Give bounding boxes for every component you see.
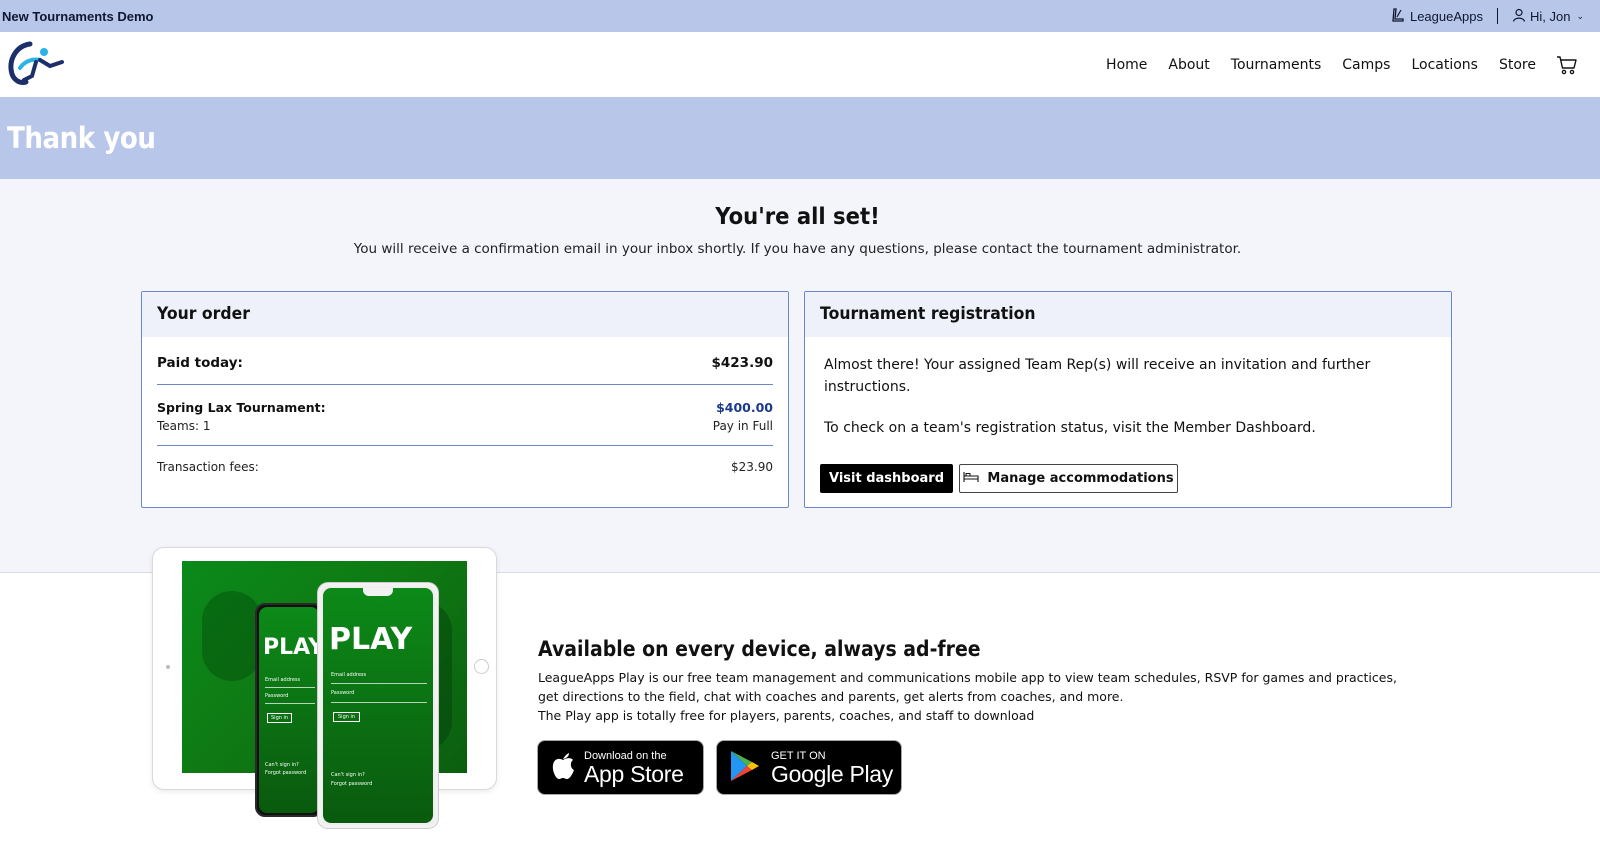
item-teams: Teams: 1 <box>157 419 211 433</box>
app-promo-description-1: LeagueApps Play is our free team managem… <box>538 670 1397 704</box>
confirmation-heading: You're all set! <box>715 204 880 230</box>
phone-password-label: Password <box>331 690 355 696</box>
order-card-header: Your order <box>142 292 788 337</box>
phone-mockup-back: PLAY Email address Password Sign in Can'… <box>255 603 323 817</box>
item-payment-type: Pay in Full <box>712 419 773 433</box>
leagueapps-link[interactable]: LeagueApps <box>1391 7 1483 25</box>
top-bar-right: LeagueApps Hi, Jon ⌄ <box>1391 7 1598 25</box>
phone-email-label: Email address <box>331 672 367 678</box>
nav-menu: Home About Tournaments Camps Locations S… <box>1085 55 1594 75</box>
manage-accommodations-button[interactable]: Manage accommodations <box>959 464 1178 493</box>
app-store-big-label: App Store <box>584 760 684 787</box>
phone-cant-sign-in: Can't sign in? <box>265 762 299 768</box>
nav-home[interactable]: Home <box>1106 57 1147 73</box>
leagueapps-icon <box>1391 7 1405 25</box>
main-nav: Home About Tournaments Camps Locations S… <box>0 32 1600 97</box>
user-icon <box>1512 8 1526 25</box>
divider <box>157 384 773 385</box>
registration-message: Almost there! Your assigned Team Rep(s) … <box>824 357 1371 395</box>
confirmation-message: You will receive a confirmation email in… <box>353 241 1242 257</box>
google-play-badge[interactable]: GET IT ON Google Play <box>716 740 902 795</box>
fees-row: Transaction fees: $23.90 <box>157 460 773 474</box>
logo[interactable] <box>6 38 64 92</box>
order-title: Your order <box>157 304 250 324</box>
google-play-icon <box>729 749 761 787</box>
item-name: Spring Lax Tournament: <box>157 400 326 415</box>
app-store-small-label: Download on the <box>584 749 667 762</box>
fees-amount: $23.90 <box>731 460 773 474</box>
tablet-camera <box>166 665 170 669</box>
app-store-badge[interactable]: Download on the App Store <box>537 740 704 795</box>
cart-icon[interactable] <box>1556 55 1578 75</box>
registration-title: Tournament registration <box>820 304 1036 324</box>
app-promo-title: Available on every device, always ad-fre… <box>538 637 981 661</box>
fees-label: Transaction fees: <box>157 460 259 474</box>
greeting: Hi, Jon <box>1529 8 1571 24</box>
google-play-small-label: GET IT ON <box>771 749 826 762</box>
app-promo-description-2: The Play app is totally free for players… <box>538 708 1035 723</box>
registration-card: Tournament registration Almost there! Yo… <box>804 291 1452 508</box>
paid-label: Paid today: <box>157 355 243 371</box>
confirmation-section: You're all set! You will receive a confi… <box>0 179 1600 573</box>
phone-cant-sign-in: Can't sign in? <box>331 772 365 778</box>
phone-password-label: Password <box>265 693 289 699</box>
phone-forgot-password: Forgot password <box>331 781 373 787</box>
order-card: Your order Paid today: $423.90 Spring La… <box>141 291 789 508</box>
manage-accommodations-label: Manage accommodations <box>987 471 1174 486</box>
tablet-home-button <box>474 659 489 674</box>
item-amount: $400.00 <box>716 400 773 415</box>
nav-tournaments[interactable]: Tournaments <box>1231 57 1321 73</box>
leagueapps-label: LeagueApps <box>1409 8 1483 24</box>
user-menu[interactable]: Hi, Jon ⌄ <box>1512 8 1584 25</box>
phone-signin-button: Sign in <box>333 712 361 722</box>
nav-camps[interactable]: Camps <box>1342 57 1390 73</box>
phone-mockup-front: PLAY Email address Password Sign in Can'… <box>318 583 438 828</box>
divider <box>157 445 773 446</box>
top-bar: New Tournaments Demo LeagueApps Hi, Jon … <box>0 0 1600 32</box>
page-title: Thank you <box>7 121 156 155</box>
google-play-big-label: Google Play <box>771 760 893 787</box>
bed-icon <box>963 471 979 487</box>
divider <box>1496 8 1498 24</box>
phone-signin-button: Sign in <box>267 713 293 723</box>
chevron-down-icon: ⌄ <box>1576 10 1584 21</box>
order-item-row: Spring Lax Tournament: Teams: 1 $400.00 … <box>157 400 773 433</box>
registration-status-note: To check on a team's registration status… <box>824 420 1316 436</box>
phone-brand: PLAY <box>329 622 413 657</box>
nav-store[interactable]: Store <box>1499 57 1536 73</box>
nav-about[interactable]: About <box>1168 57 1209 73</box>
visit-dashboard-button[interactable]: Visit dashboard <box>820 464 953 493</box>
phone-brand: PLAY <box>263 635 323 660</box>
app-promo-description: LeagueApps Play is our free team managem… <box>538 668 1418 725</box>
nav-locations[interactable]: Locations <box>1411 57 1478 73</box>
phone-email-label: Email address <box>265 677 301 683</box>
registration-card-header: Tournament registration <box>805 292 1451 337</box>
paid-today-row: Paid today: $423.90 <box>157 355 773 371</box>
hero-banner: Thank you <box>0 97 1600 179</box>
apple-icon <box>550 751 576 785</box>
phone-forgot-password: Forgot password <box>265 770 307 776</box>
paid-amount: $423.90 <box>711 355 774 371</box>
org-name: New Tournaments Demo <box>2 8 154 24</box>
